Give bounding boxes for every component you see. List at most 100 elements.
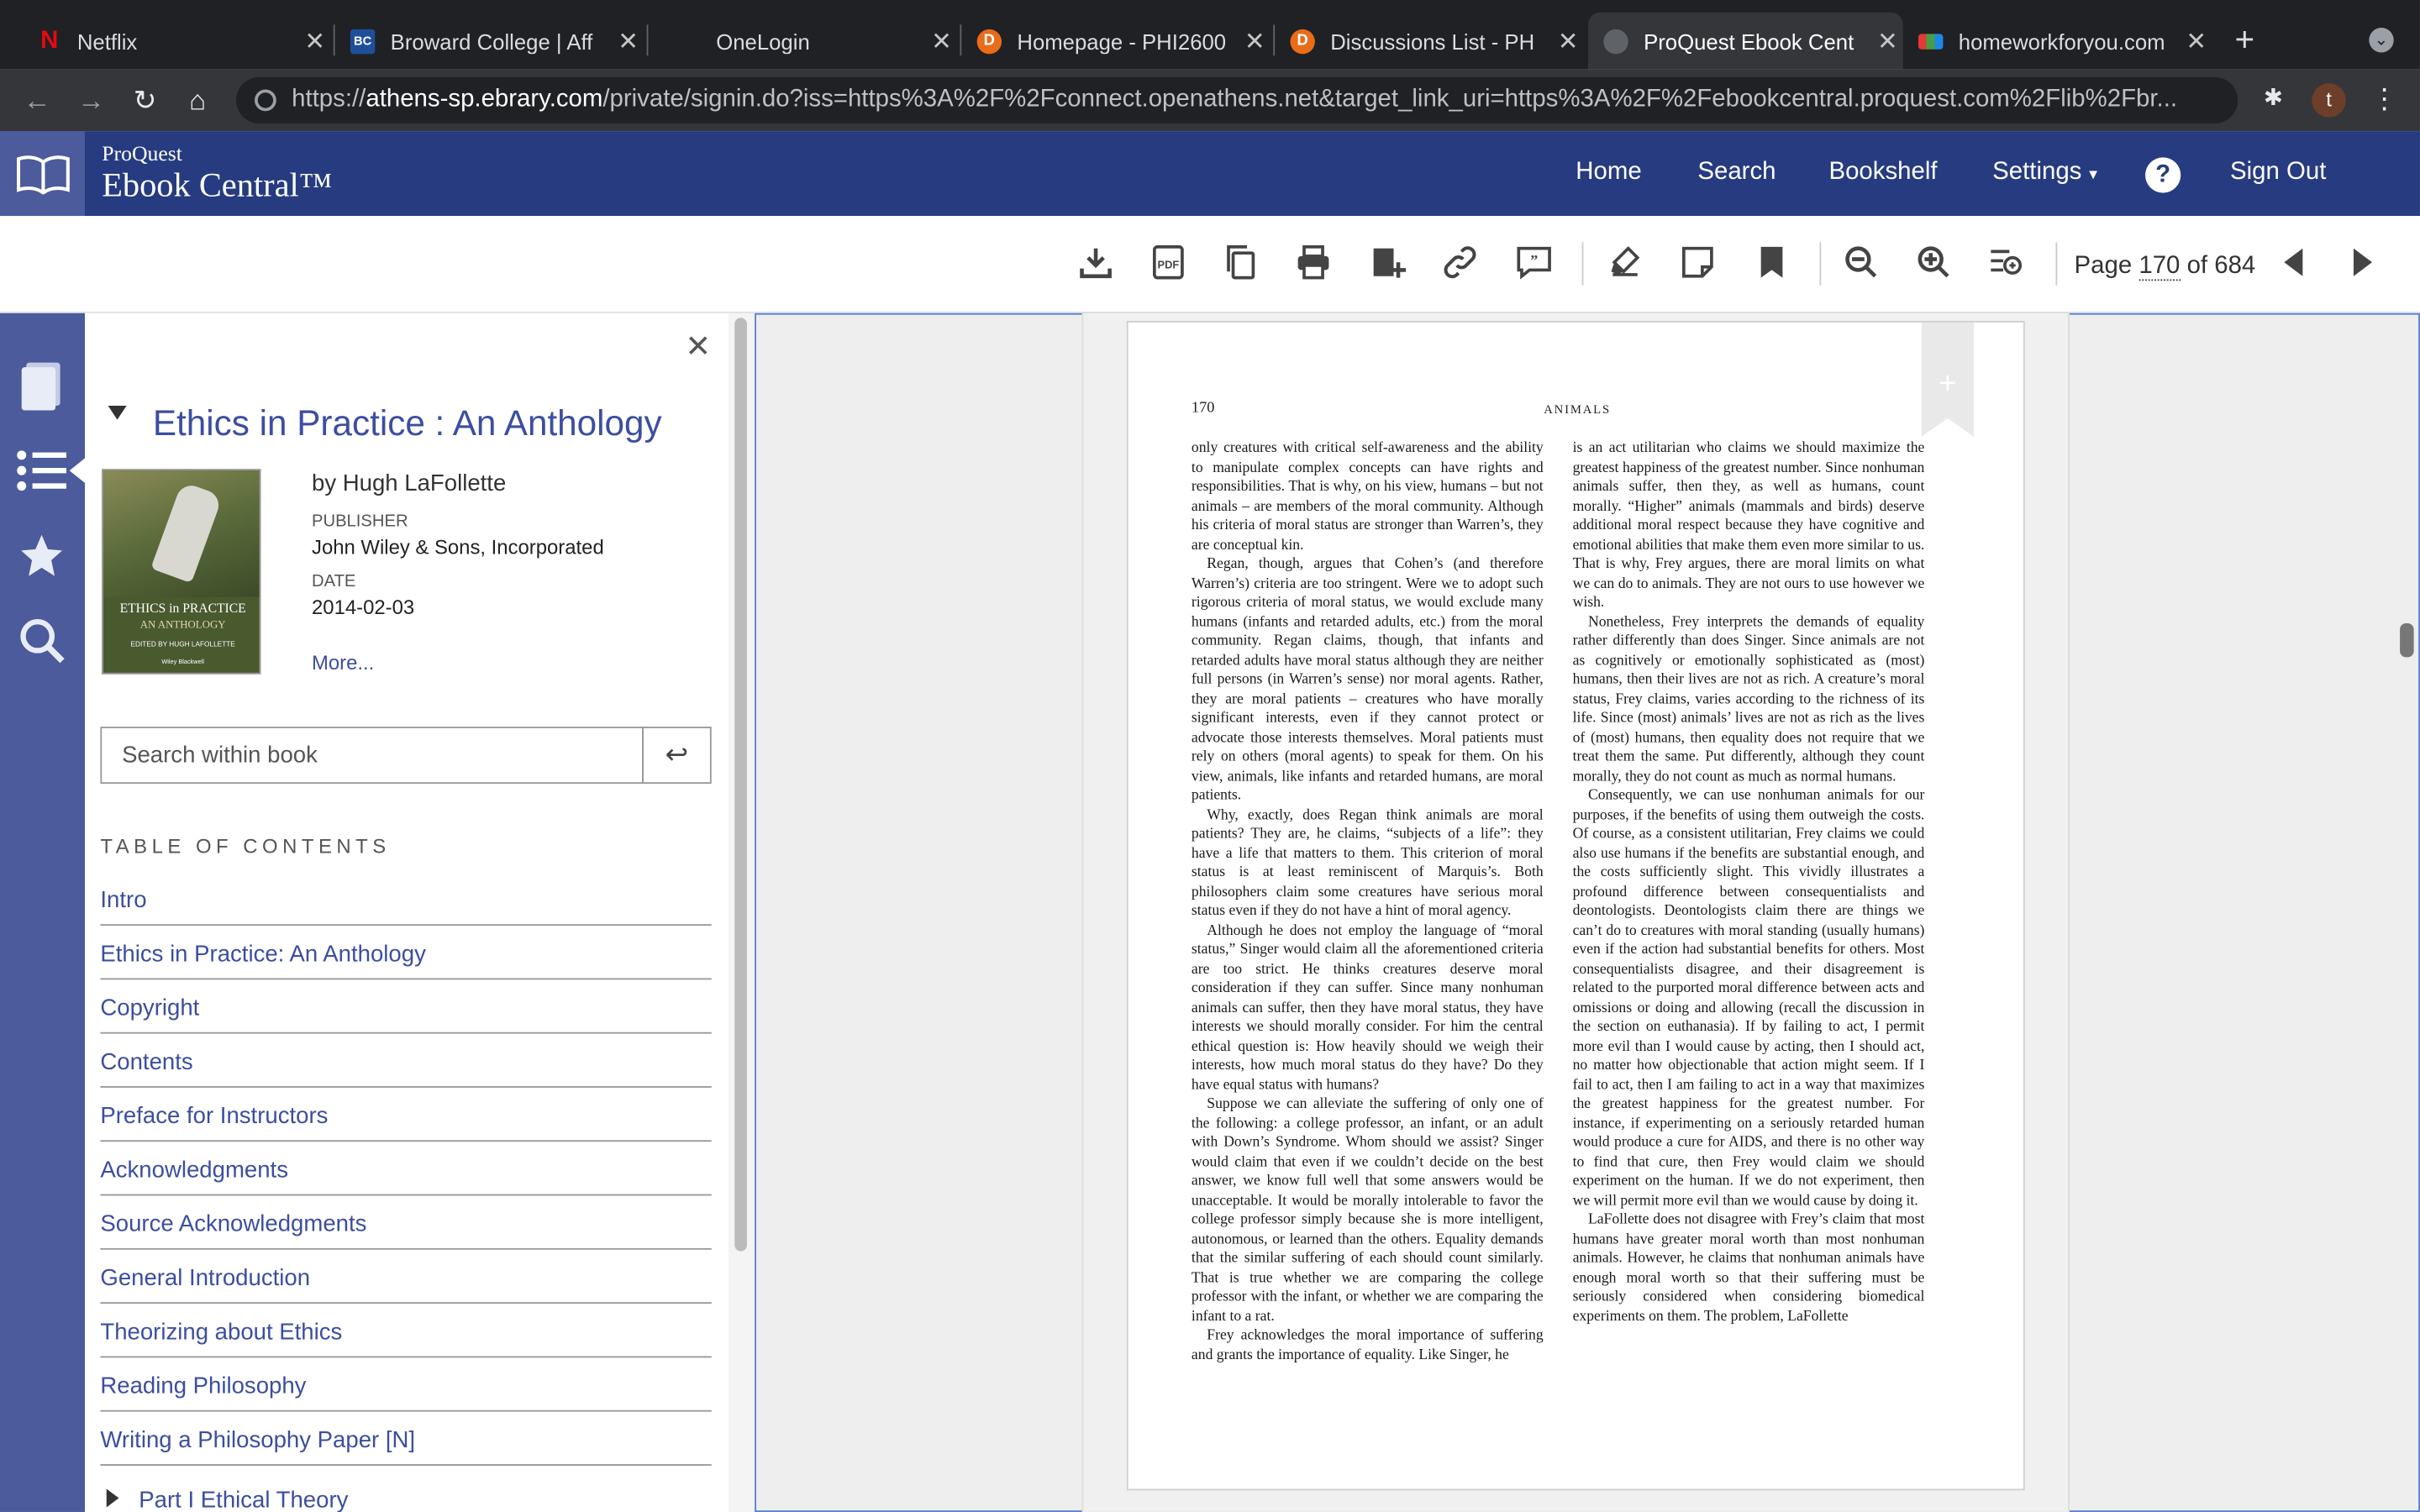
nav-home[interactable]: Home — [1576, 159, 1641, 186]
enter-return-icon[interactable]: ↩ — [642, 727, 712, 785]
netflix-icon: N — [40, 27, 59, 54]
close-icon[interactable]: ✕ — [1239, 25, 1270, 56]
svg-text:PDF: PDF — [1158, 259, 1180, 271]
star-icon[interactable] — [17, 531, 66, 580]
site-info-icon[interactable] — [255, 89, 276, 112]
d2l-icon: D — [976, 28, 1002, 54]
zoom-in-icon[interactable] — [1914, 242, 1954, 282]
copy-icon[interactable] — [1221, 242, 1261, 282]
tab-title: Netflix — [76, 28, 138, 54]
note-icon[interactable] — [1677, 242, 1718, 282]
add-bookmark-ribbon-icon[interactable]: + — [1921, 322, 1975, 437]
pdf-icon[interactable]: PDF — [1149, 242, 1189, 282]
nav-sign-out[interactable]: Sign Out — [2230, 159, 2326, 186]
brand-ebook-central[interactable]: Ebook Central™ — [102, 165, 332, 206]
address-bar[interactable]: https://athens-sp.ebrary.com/private/sig… — [236, 76, 2238, 123]
reload-icon[interactable]: ↻ — [127, 81, 164, 118]
tab-search-chevron-icon[interactable]: ⌄ — [2369, 28, 2394, 53]
print-icon[interactable] — [1293, 242, 1334, 282]
close-icon[interactable]: ✕ — [1553, 25, 1584, 56]
search-icon[interactable] — [17, 616, 66, 665]
publisher-value: John Wiley & Sons, Incorporated — [312, 535, 604, 559]
close-panel-icon[interactable]: ✕ — [685, 327, 711, 365]
page-total: of 684 — [2186, 253, 2256, 280]
back-arrow-icon[interactable]: ← — [18, 81, 55, 118]
link-icon[interactable] — [1440, 242, 1481, 282]
paragraph: only creatures with critical self-awaren… — [1191, 439, 1544, 554]
cover-editor: EDITED BY HUGH LAFOLLETTE — [130, 640, 235, 648]
nav-search[interactable]: Search — [1697, 159, 1776, 186]
highlight-icon[interactable] — [1605, 242, 1645, 282]
cite-icon[interactable]: ” — [1514, 242, 1555, 282]
book-page: + 170 ANIMALS only creatures with critic… — [1126, 321, 2025, 1491]
toc-item[interactable]: Reading Philosophy — [100, 1357, 712, 1412]
expand-caret-icon[interactable] — [106, 1488, 119, 1508]
toc-item[interactable]: Contents — [100, 1034, 712, 1088]
previous-page-icon[interactable] — [2273, 242, 2313, 282]
tab-homework[interactable]: homeworkforyou.com ✕ — [1903, 13, 2212, 70]
tab-title: homeworkforyou.com — [1958, 28, 2165, 54]
toc-part-1[interactable]: Part I Ethical Theory — [139, 1488, 348, 1512]
next-page-icon[interactable] — [2343, 242, 2383, 282]
tab-discussions[interactable]: D Discussions List - PH ✕ — [1275, 13, 1583, 70]
toc-item[interactable]: Copyright — [100, 979, 712, 1034]
book-cover: ETHICS in PRACTICE AN ANTHOLOGY EDITED B… — [102, 469, 261, 675]
toc-item[interactable]: Intro — [100, 872, 712, 927]
onelogin-icon — [664, 29, 676, 53]
close-icon[interactable]: ✕ — [1872, 25, 1903, 56]
add-to-bookshelf-icon[interactable] — [1367, 242, 1407, 282]
toolbar-divider — [1819, 242, 1822, 286]
paragraph: Although he does not employ the language… — [1191, 921, 1544, 1094]
paragraph: Nonetheless, Frey interprets the demands… — [1572, 613, 1925, 785]
fit-page-icon[interactable] — [1986, 242, 2027, 282]
table-of-contents-icon[interactable] — [17, 446, 66, 496]
extensions-puzzle-icon[interactable]: ✱ — [2260, 85, 2287, 113]
toc-item[interactable]: Writing a Philosophy Paper [N] — [100, 1412, 712, 1466]
profile-avatar[interactable]: t — [2312, 83, 2346, 118]
help-icon[interactable]: ? — [2145, 157, 2181, 193]
tab-title: OneLogin — [716, 28, 810, 54]
url-path: /private/signin.do?iss=https%3A%2F%2Fcon… — [602, 86, 2178, 113]
toc-item[interactable]: Acknowledgments — [100, 1142, 712, 1196]
close-icon[interactable]: ✕ — [926, 25, 957, 56]
tab-proquest[interactable]: ProQuest Ebook Cent ✕ — [1587, 12, 1903, 70]
close-icon[interactable]: ✕ — [2181, 25, 2212, 56]
toc-item[interactable]: Preface for Instructors — [100, 1088, 712, 1142]
date-value: 2014-02-03 — [312, 595, 415, 619]
book-logo-icon[interactable] — [0, 131, 86, 217]
globe-icon — [1603, 28, 1628, 54]
book-details-icon[interactable] — [17, 361, 66, 411]
tab-broward[interactable]: BC Broward College | Aff ✕ — [335, 13, 644, 70]
more-link[interactable]: More... — [312, 651, 374, 675]
toc-item[interactable]: Theorizing about Ethics — [100, 1304, 712, 1358]
search-within-book-input[interactable]: Search within book — [100, 727, 644, 785]
tab-onelogin[interactable]: OneLogin ✕ — [648, 13, 956, 70]
book-title[interactable]: Ethics in Practice : An Anthology — [153, 402, 662, 444]
toc-item[interactable]: Ethics in Practice: An Anthology — [100, 926, 712, 980]
download-icon[interactable] — [1076, 242, 1116, 282]
publisher-label: PUBLISHER — [312, 512, 408, 531]
active-indicator — [69, 458, 86, 483]
toc-item[interactable]: Source Acknowledgments — [100, 1195, 712, 1250]
bookmark-icon[interactable] — [1752, 242, 1792, 282]
tab-netflix[interactable]: N Netflix ✕ — [22, 13, 330, 70]
cover-subtitle: AN ANTHOLOGY — [139, 618, 226, 632]
viewer-scrollbar-thumb[interactable] — [2400, 623, 2414, 658]
page-number-input[interactable]: 170 — [2139, 253, 2181, 281]
close-icon[interactable]: ✕ — [613, 25, 644, 56]
close-icon[interactable]: ✕ — [299, 25, 330, 56]
page-indicator: Page 170 of 684 — [2074, 253, 2256, 281]
zoom-out-icon[interactable] — [1841, 242, 1881, 282]
tab-title: Broward College | Aff — [390, 28, 593, 54]
home-icon[interactable]: ⌂ — [179, 81, 216, 118]
forward-arrow-icon[interactable]: → — [72, 81, 109, 118]
new-tab-plus-icon[interactable]: + — [2235, 21, 2255, 59]
tab-homepage[interactable]: D Homepage - PHI2600 ✕ — [961, 13, 1270, 70]
browser-menu-icon[interactable]: ⋮ — [2370, 81, 2398, 115]
collapse-caret-icon[interactable] — [108, 406, 127, 420]
nav-bookshelf[interactable]: Bookshelf — [1828, 159, 1937, 186]
toc-item[interactable]: General Introduction — [100, 1250, 712, 1305]
page-label: Page — [2074, 253, 2133, 280]
nav-settings[interactable]: Settings ▼ — [1992, 159, 2100, 186]
panel-scrollbar-thumb[interactable] — [734, 318, 747, 1252]
